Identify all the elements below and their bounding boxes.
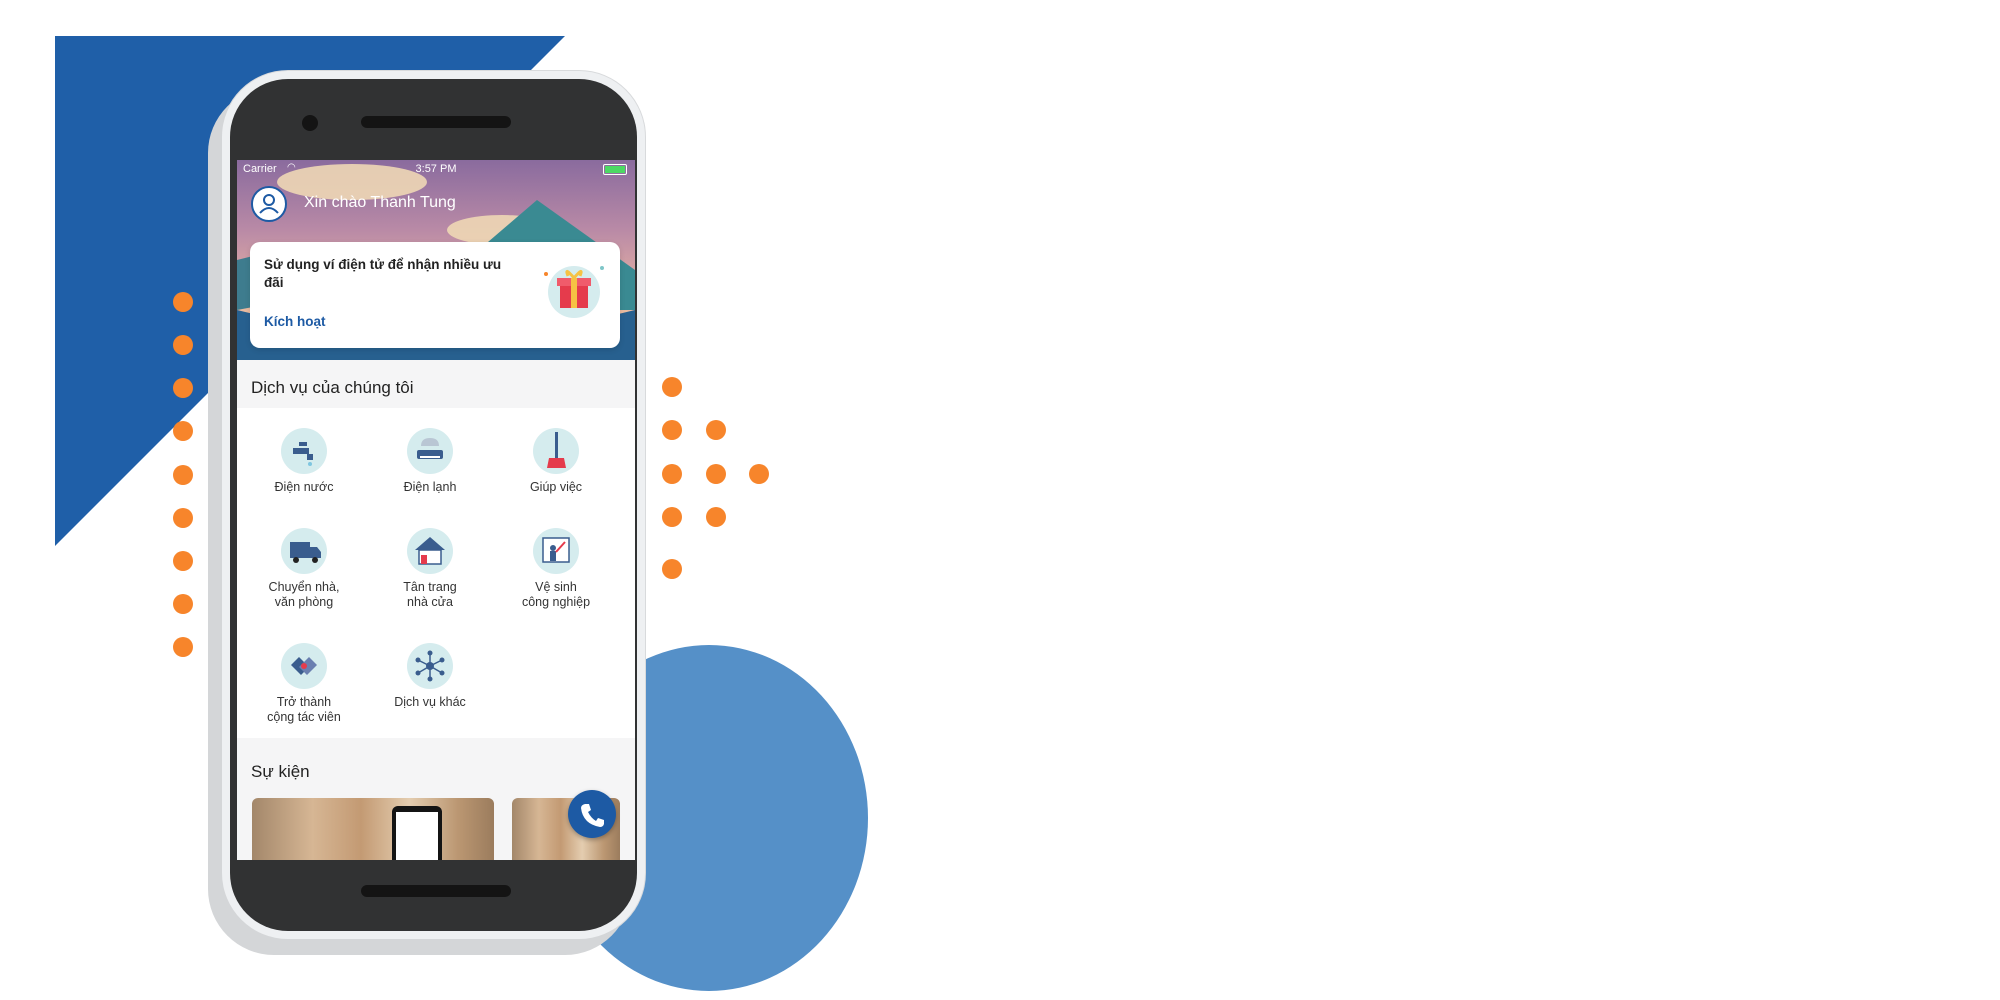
avatar[interactable] [251, 186, 287, 222]
battery-icon [603, 164, 627, 175]
call-button[interactable] [568, 790, 616, 838]
service-ve-sinh[interactable]: Vệ sinh công nghiệp [493, 528, 619, 610]
status-bar: Carrier ◠ 3:57 PM [237, 160, 635, 178]
decor-dot [662, 559, 682, 579]
decor-dot [173, 637, 193, 657]
service-tan-trang[interactable]: Tân trang nhà cửa [367, 528, 493, 610]
decor-dot [173, 508, 193, 528]
decor-dot [706, 464, 726, 484]
app-screen: Carrier ◠ 3:57 PM Xin chào Thanh Tung Sử… [237, 160, 635, 860]
decor-dot [173, 421, 193, 441]
event-card[interactable] [252, 798, 494, 860]
activate-link[interactable]: Kích hoạt [264, 314, 326, 329]
bottom-speaker [361, 885, 511, 897]
services-title: Dịch vụ của chúng tôi [251, 378, 414, 397]
decor-dot [662, 420, 682, 440]
services-grid: Điện nước Điện lạnh Giúp việc Chuyển nhà… [237, 408, 635, 738]
handshake-icon [281, 643, 327, 689]
service-label: Vệ sinh công nghiệp [521, 580, 591, 609]
service-dien-nuoc[interactable]: Điện nước [241, 428, 367, 495]
decor-dot [662, 507, 682, 527]
promo-text: Sử dụng ví điện tử để nhận nhiều ưu đãi [264, 257, 502, 290]
broom-icon [533, 428, 579, 474]
decor-dot [706, 507, 726, 527]
decor-dot [662, 464, 682, 484]
network-icon [407, 643, 453, 689]
decor-dot [706, 420, 726, 440]
promo-card: Sử dụng ví điện tử để nhận nhiều ưu đãi … [250, 242, 620, 348]
truck-icon [281, 528, 327, 574]
house-icon [407, 528, 453, 574]
service-label: Giúp việc [529, 480, 583, 494]
service-label: Điện lạnh [403, 480, 457, 494]
air-conditioner-icon [407, 428, 453, 474]
decor-dot [173, 378, 193, 398]
camera-icon [302, 115, 318, 131]
status-time: 3:57 PM [415, 163, 457, 175]
service-giup-viec[interactable]: Giúp việc [493, 428, 619, 495]
service-label: Điện nước [274, 480, 334, 494]
phone-icon [581, 804, 604, 827]
service-label: Chuyển nhà, văn phòng [268, 580, 340, 609]
decor-dot [173, 465, 193, 485]
decor-dot [173, 594, 193, 614]
service-label: Trở thành cộng tác viên [267, 695, 341, 724]
service-dich-vu-khac[interactable]: Dịch vụ khác [367, 643, 493, 710]
faucet-icon [281, 428, 327, 474]
gift-icon [544, 266, 604, 318]
events-title: Sự kiện [251, 762, 310, 781]
decor-dot [662, 377, 682, 397]
decor-dot [173, 335, 193, 355]
greeting-text: Xin chào Thanh Tung [304, 194, 456, 211]
service-label: Dịch vụ khác [394, 695, 466, 709]
service-chuyen-nha[interactable]: Chuyển nhà, văn phòng [241, 528, 367, 610]
service-cong-tac-vien[interactable]: Trở thành cộng tác viên [241, 643, 367, 725]
event-image-phone [392, 806, 442, 860]
cleaner-icon [533, 528, 579, 574]
decor-dot [749, 464, 769, 484]
service-dien-lanh[interactable]: Điện lạnh [367, 428, 493, 495]
service-label: Tân trang nhà cửa [403, 580, 457, 609]
decor-dot [173, 292, 193, 312]
decor-dot [173, 551, 193, 571]
earpiece-speaker [361, 116, 511, 128]
user-icon [259, 194, 279, 214]
